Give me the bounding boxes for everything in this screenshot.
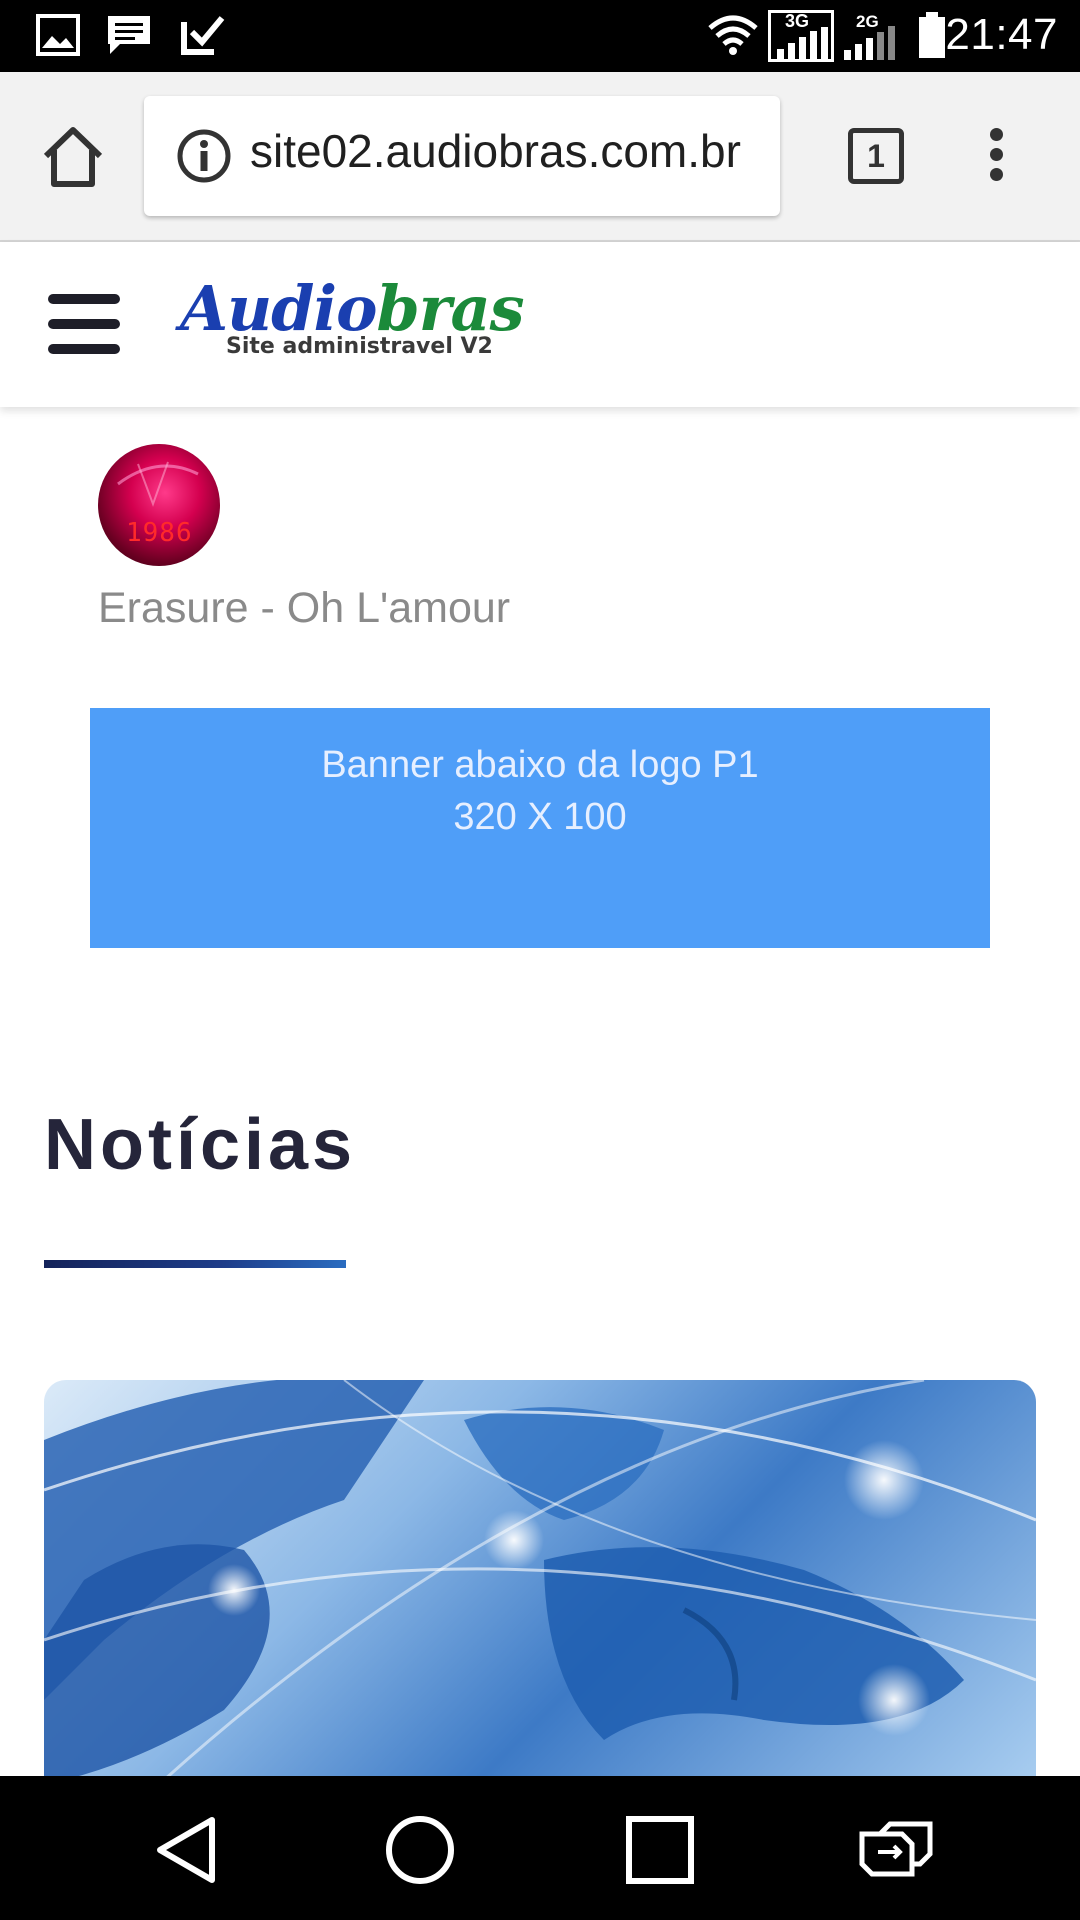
switch-app-icon[interactable] <box>856 1810 936 1890</box>
tabs-icon[interactable]: 1 <box>848 128 904 184</box>
task-check-icon <box>181 16 225 55</box>
cover-text: 1986 <box>126 518 193 548</box>
status-bar: 3G 2G 21:47 <box>0 0 1080 72</box>
site-logo[interactable]: Audiobras Site administravel V2 <box>180 272 525 372</box>
track-title[interactable]: Erasure - Oh L'amour <box>98 584 510 633</box>
overflow-menu-icon[interactable] <box>980 128 1012 188</box>
gallery-icon <box>36 14 80 56</box>
signal-3g-icon: 3G <box>768 10 834 62</box>
signal-2g-icon: 2G <box>842 12 902 60</box>
album-cover[interactable]: 1986 <box>98 444 220 566</box>
wifi-icon <box>708 15 758 55</box>
browser-toolbar: site02.audiobras.com.br 1 <box>0 72 1080 242</box>
heading-underline <box>44 1260 346 1268</box>
system-nav-bar <box>0 1776 1080 1920</box>
ad-banner[interactable]: Banner abaixo da logo P1 320 X 100 <box>90 708 990 948</box>
home-circle-icon[interactable] <box>380 1810 460 1890</box>
info-icon[interactable] <box>176 128 232 184</box>
battery-icon <box>919 12 945 58</box>
logo-subtitle: Site administravel V2 <box>226 334 493 359</box>
back-icon[interactable] <box>146 1810 226 1890</box>
banner-line-2: 320 X 100 <box>453 796 627 838</box>
clock: 21:47 <box>945 10 1058 59</box>
url-text[interactable]: site02.audiobras.com.br <box>250 124 770 178</box>
news-heading: Notícias <box>44 1105 357 1185</box>
news-image[interactable] <box>44 1380 1036 1780</box>
home-icon[interactable] <box>38 122 108 192</box>
message-icon <box>108 16 150 54</box>
address-bar[interactable]: site02.audiobras.com.br <box>144 96 780 216</box>
hamburger-menu-icon[interactable] <box>48 294 120 354</box>
banner-line-1: Banner abaixo da logo P1 <box>321 744 759 786</box>
site-header: Audiobras Site administravel V2 <box>0 242 1080 407</box>
recents-icon[interactable] <box>620 1810 700 1890</box>
